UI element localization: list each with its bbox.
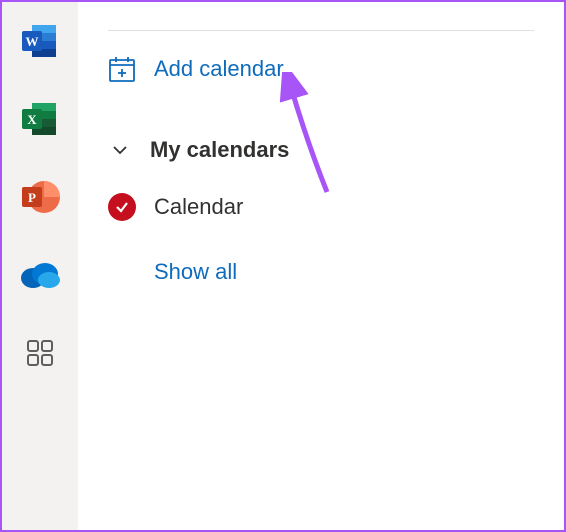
powerpoint-app-icon[interactable]: P bbox=[19, 176, 61, 218]
svg-text:P: P bbox=[28, 190, 36, 205]
calendar-label: Calendar bbox=[154, 194, 243, 220]
app-rail: W X P bbox=[2, 2, 78, 530]
apps-grid-icon[interactable] bbox=[19, 332, 61, 374]
calendar-sidebar: Add calendar My calendars Calendar Show … bbox=[78, 2, 564, 530]
onedrive-app-icon[interactable] bbox=[19, 254, 61, 296]
chevron-down-icon bbox=[108, 138, 132, 162]
add-calendar-icon bbox=[108, 55, 136, 83]
section-title: My calendars bbox=[150, 137, 289, 163]
add-calendar-label: Add calendar bbox=[154, 56, 284, 82]
show-all-link[interactable]: Show all bbox=[154, 259, 534, 285]
my-calendars-section[interactable]: My calendars bbox=[108, 137, 534, 163]
calendar-check-icon bbox=[108, 193, 136, 221]
divider bbox=[108, 30, 534, 31]
word-app-icon[interactable]: W bbox=[19, 20, 61, 62]
svg-text:X: X bbox=[27, 112, 37, 127]
svg-text:W: W bbox=[26, 34, 39, 49]
calendar-item[interactable]: Calendar bbox=[108, 193, 534, 221]
excel-app-icon[interactable]: X bbox=[19, 98, 61, 140]
add-calendar-button[interactable]: Add calendar bbox=[108, 55, 534, 83]
